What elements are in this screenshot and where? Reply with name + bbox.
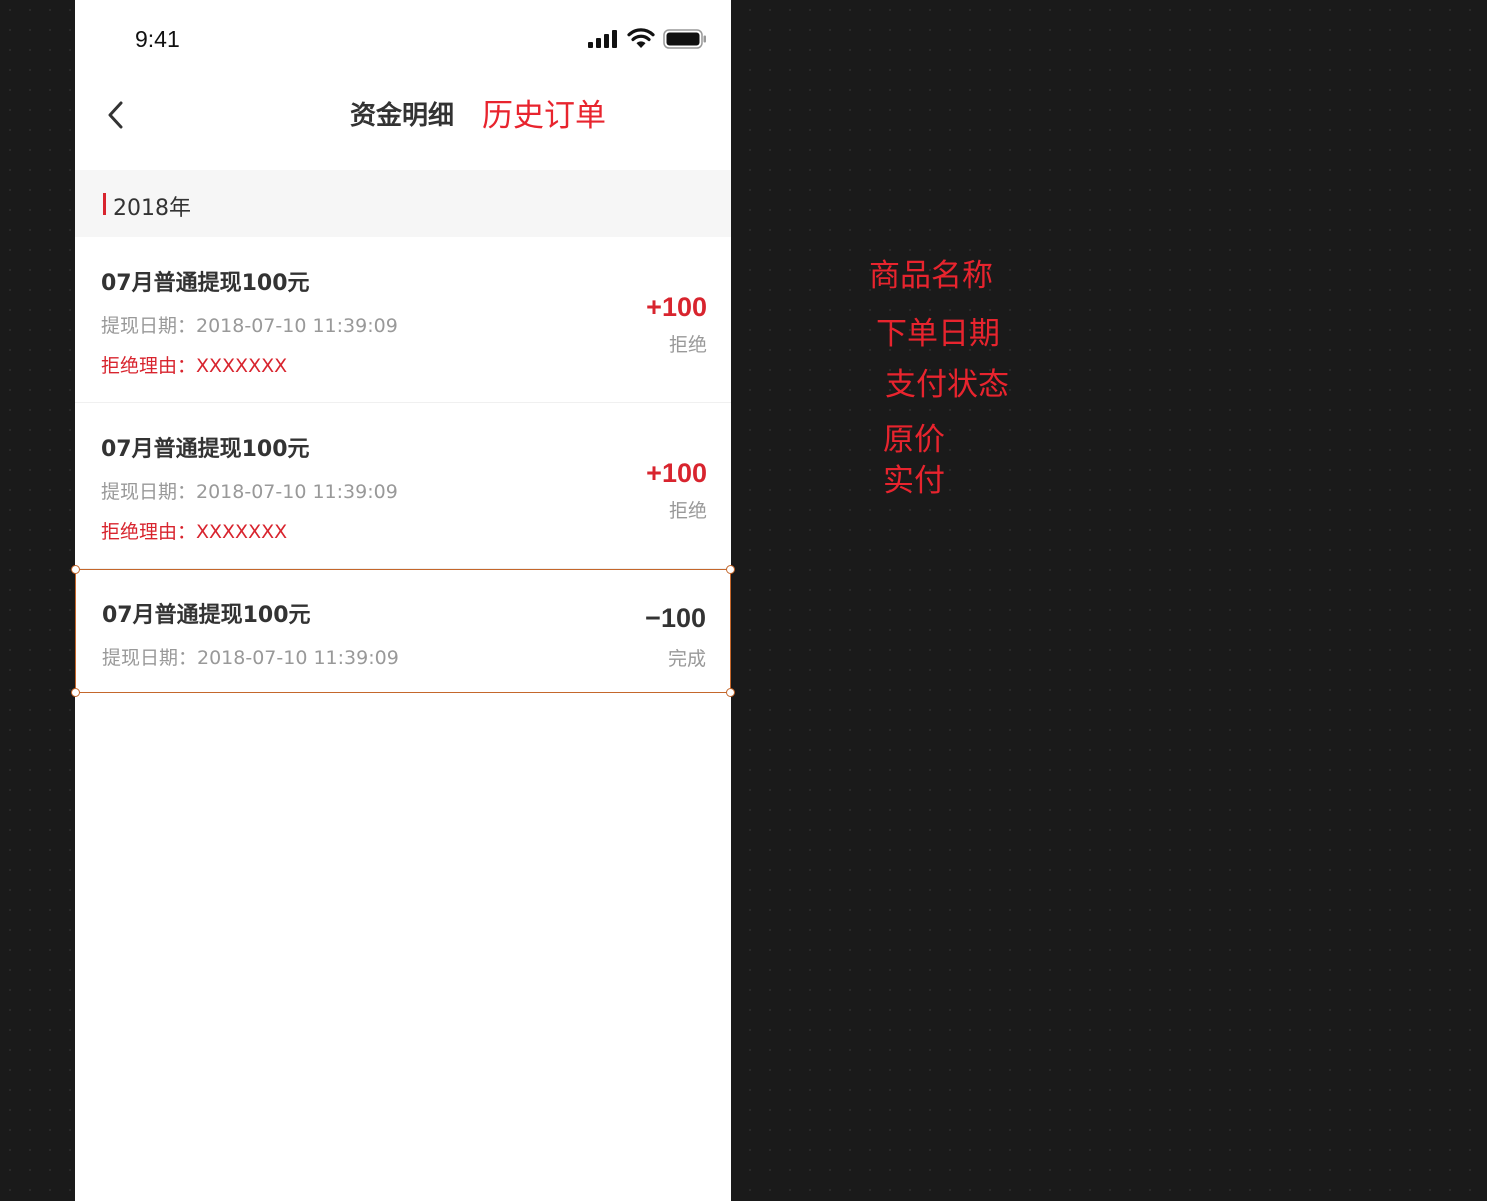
annotation-order-date: 下单日期 <box>876 316 1000 352</box>
annotation-payment-status: 支付状态 <box>885 367 1009 403</box>
selection-handle-top-left[interactable] <box>71 565 80 574</box>
annotation-original-price: 原价 <box>883 422 945 458</box>
tab-history-orders[interactable]: 历史订单 <box>482 90 606 135</box>
list-item-selected[interactable]: 07月普通提现100元 提现日期：2018-07-10 11:39:09 −10… <box>71 565 735 697</box>
record-amount: −100 <box>645 603 706 633</box>
record-amount: +100 <box>646 458 707 488</box>
record-status: 完成 <box>667 648 706 670</box>
record-reason: 拒绝理由：XXXXXXX <box>101 355 288 377</box>
annotation-actual-paid: 实付 <box>883 463 945 499</box>
phone-screen: 9:41 资金明细 历史订单 2018年 07月普通提现100元 提现日期：20… <box>71 0 735 1201</box>
year-section-header: 2018年 <box>75 170 731 237</box>
record-amount: +100 <box>646 292 707 322</box>
status-bar: 9:41 <box>75 0 731 80</box>
record-reason: 拒绝理由：XXXXXXX <box>101 521 288 543</box>
list-item[interactable]: 07月普通提现100元 提现日期：2018-07-10 11:39:09 拒绝理… <box>75 403 731 569</box>
record-date: 提现日期：2018-07-10 11:39:09 <box>102 647 399 669</box>
record-date: 提现日期：2018-07-10 11:39:09 <box>101 481 398 503</box>
year-label: 2018年 <box>113 196 191 221</box>
record-status: 拒绝 <box>668 500 707 522</box>
status-time: 9:41 <box>135 26 180 52</box>
list-item[interactable]: 07月普通提现100元 提现日期：2018-07-10 11:39:09 拒绝理… <box>75 237 731 403</box>
selection-handle-bottom-right[interactable] <box>726 688 735 697</box>
selection-handle-bottom-left[interactable] <box>71 688 80 697</box>
year-marker <box>103 193 106 215</box>
record-title: 07月普通提现100元 <box>101 271 310 296</box>
page-title: 资金明细 <box>350 101 455 131</box>
signal-icon <box>588 30 617 48</box>
nav-bar: 资金明细 历史订单 <box>75 80 731 170</box>
record-status: 拒绝 <box>668 334 707 356</box>
battery-icon <box>663 29 706 49</box>
wifi-icon <box>627 28 655 48</box>
record-date: 提现日期：2018-07-10 11:39:09 <box>101 315 398 337</box>
back-icon[interactable] <box>103 100 127 130</box>
record-title: 07月普通提现100元 <box>102 603 311 628</box>
selection-handle-top-right[interactable] <box>726 565 735 574</box>
record-title: 07月普通提现100元 <box>101 437 310 462</box>
annotation-product-name: 商品名称 <box>869 258 993 294</box>
